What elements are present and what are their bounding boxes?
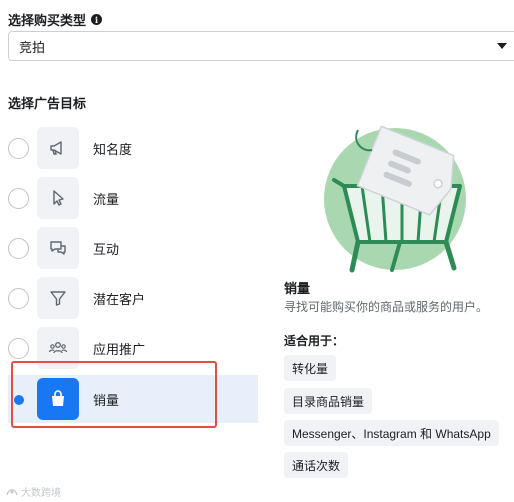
buy-type-label-text: 选择购买类型 [8,13,87,28]
caret-down-icon [497,43,507,49]
option-label: 流量 [93,191,120,207]
megaphone-icon [37,127,79,169]
filter-icon [37,277,79,319]
use-case-tag: Messenger、Instagram 和 WhatsApp [284,420,499,446]
option-label: 应用推广 [93,341,146,357]
objective-option-sales[interactable]: 销量 [8,375,258,423]
objective-option-engagement[interactable]: 互动 [8,224,258,272]
info-icon[interactable]: i [91,14,103,25]
objective-option-traffic[interactable]: 流量 [8,174,258,222]
detail-description: 寻找可能购买你的商品或服务的用户。 [284,300,489,314]
option-label: 互动 [93,241,120,257]
shopping-bag-icon [37,378,79,420]
option-label: 销量 [93,392,120,408]
watermark-logo-icon [6,488,18,495]
detail-title: 销量 [284,281,311,296]
buy-type-select[interactable]: 竞拍 [8,31,514,61]
option-label: 潜在客户 [93,291,146,307]
radio-button-checked[interactable] [8,389,29,410]
suitable-for-title: 适合用于： [284,334,345,348]
watermark-text: 大数跨境 [21,488,61,499]
radio-button[interactable] [8,337,29,359]
cursor-icon [37,177,79,219]
objective-option-awareness[interactable]: 知名度 [8,124,258,172]
radio-button[interactable] [8,237,29,259]
use-case-tag: 转化量 [284,355,337,381]
option-label: 知名度 [93,141,133,157]
objective-label: 选择广告目标 [8,96,87,111]
use-case-tag: 目录商品销量 [284,388,373,414]
objective-option-app-promotion[interactable]: 应用推广 [8,324,258,372]
chat-bubbles-icon [37,227,79,269]
watermark: 大数跨境 [6,484,61,499]
use-case-tag: 通话次数 [284,452,349,478]
objective-option-leads[interactable]: 潜在客户 [8,274,258,322]
buy-type-selected-value: 竞拍 [19,39,46,55]
people-icon [37,327,79,369]
radio-button[interactable] [8,137,29,159]
shopping-cart-illustration [324,125,466,273]
radio-button[interactable] [8,187,29,209]
radio-button[interactable] [8,287,29,309]
buy-type-label: 选择购买类型 i [8,10,103,29]
